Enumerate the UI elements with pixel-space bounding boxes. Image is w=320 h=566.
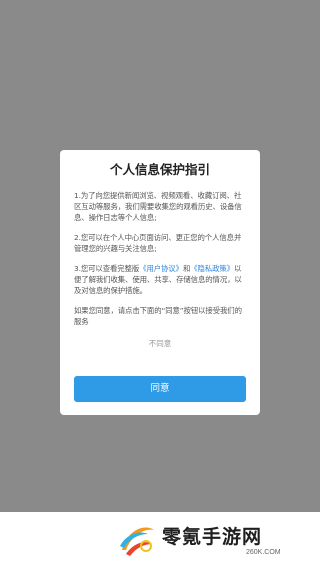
privacy-policy-link[interactable]: 《隐私政策》 xyxy=(190,264,234,273)
watermark-url-text: 260K.COM xyxy=(246,549,281,556)
privacy-paragraph-2: 2.您可以在个人中心页面访问、更正您的个人信息并管理您的兴趣与关注信息; xyxy=(74,233,242,253)
privacy-dialog: 个人信息保护指引 1.为了向您提供新闻浏览、视频观看、收藏订阅、社区互动等服务，… xyxy=(60,150,260,415)
consent-paragraph: 如果您同意，请点击下面的“同意”按钮以接受我们的服务 xyxy=(74,306,242,326)
paragraph-3-prefix: 3.您可以查看完整版 xyxy=(74,264,140,273)
dialog-title: 个人信息保护指引 xyxy=(109,162,210,177)
disagree-button[interactable]: 不同意 xyxy=(74,338,246,350)
user-agreement-link[interactable]: 《用户协议》 xyxy=(139,264,183,273)
agree-button[interactable]: 同意 xyxy=(74,376,246,402)
privacy-paragraph-1: 1.为了向您提供新闻浏览、视频观看、收藏订阅、社区互动等服务，我们需要收集您的观… xyxy=(74,191,242,222)
watermark-banner: 零氪手游网 260K.COM xyxy=(0,512,320,566)
watermark-brand-text: 零氪手游网 xyxy=(162,526,263,548)
privacy-paragraph-3: 3.您可以查看完整版《用户协议》和《隐私政策》以便了解我们收集、使用、共享、存储… xyxy=(74,263,246,296)
brand-logo-icon xyxy=(120,527,154,556)
